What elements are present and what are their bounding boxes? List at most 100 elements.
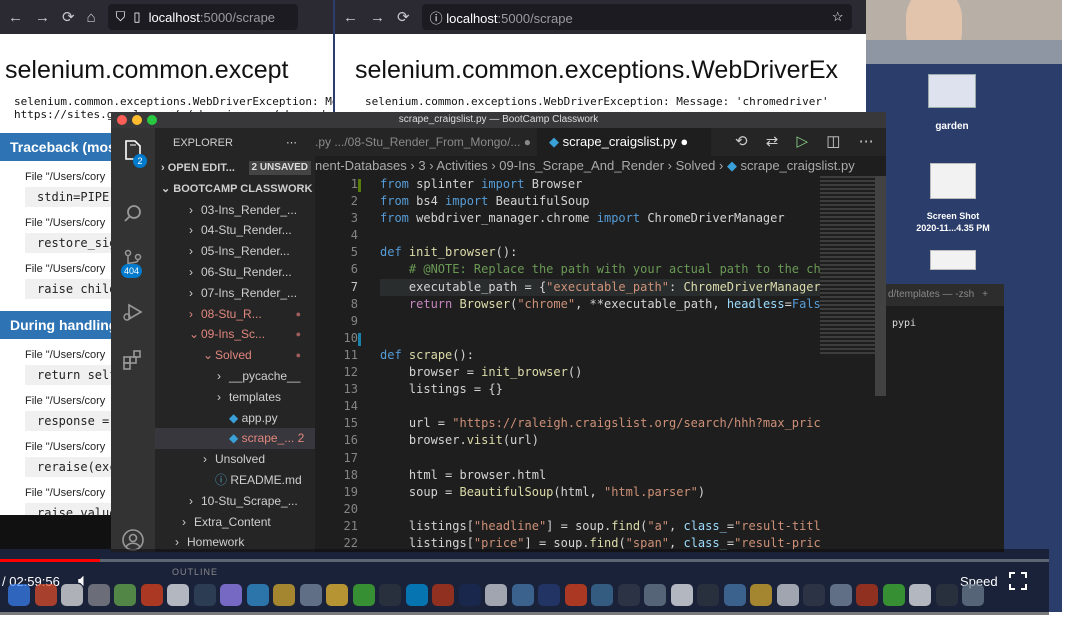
forward-icon[interactable]: → bbox=[370, 9, 385, 26]
garden-thumbnail[interactable] bbox=[928, 74, 976, 108]
more-icon[interactable]: ⋯ bbox=[859, 133, 874, 150]
timeline-icon[interactable]: ⟲ bbox=[735, 133, 748, 150]
tree-item[interactable]: ⓘ README.md bbox=[155, 470, 315, 491]
search-icon[interactable] bbox=[121, 202, 145, 226]
dock-app-icon[interactable] bbox=[273, 584, 295, 606]
dock-app-icon[interactable] bbox=[61, 584, 83, 606]
close-window-icon[interactable] bbox=[117, 115, 127, 125]
editor-scrollbar[interactable] bbox=[875, 176, 886, 396]
reload-icon[interactable]: ⟳ bbox=[397, 8, 410, 26]
dock-app-icon[interactable] bbox=[220, 584, 242, 606]
dock-app-icon[interactable] bbox=[564, 584, 587, 606]
breadcrumb-item[interactable]: nent-Databases bbox=[315, 158, 407, 173]
dock-app-icon[interactable] bbox=[856, 584, 878, 606]
tree-item[interactable]: › 07-Ins_Render_... bbox=[155, 283, 315, 304]
dock-app-icon[interactable] bbox=[935, 584, 958, 606]
chevron-right-icon: › bbox=[182, 514, 186, 529]
dock-app-icon[interactable] bbox=[803, 584, 825, 606]
dock-app-icon[interactable] bbox=[379, 584, 401, 606]
back-icon[interactable]: ← bbox=[8, 9, 23, 26]
bookmark-star-icon[interactable]: ☆ bbox=[832, 9, 844, 25]
dock-app-icon[interactable] bbox=[193, 584, 216, 606]
tab-active[interactable]: ◆ scrape_craigslist.py ● bbox=[537, 128, 711, 156]
extensions-icon[interactable] bbox=[121, 348, 145, 372]
open-editors-section[interactable]: › OPEN EDIT... 2 UNSAVED bbox=[155, 158, 315, 179]
unsaved-dot-icon[interactable]: ● bbox=[680, 134, 688, 149]
breadcrumb-item[interactable]: Solved bbox=[676, 158, 716, 173]
run-debug-icon[interactable] bbox=[121, 300, 145, 324]
dock-app-icon[interactable] bbox=[87, 584, 110, 606]
minimap[interactable] bbox=[820, 176, 876, 356]
compare-icon[interactable]: ⇄ bbox=[766, 133, 779, 150]
dock-app-icon[interactable] bbox=[246, 584, 269, 606]
more-actions-icon[interactable]: ⋯ bbox=[286, 128, 297, 158]
dock-app-icon[interactable] bbox=[511, 584, 534, 606]
workspace-section[interactable]: ⌄ BOOTCAMP CLASSWORK bbox=[155, 179, 315, 200]
dock-app-icon[interactable] bbox=[34, 584, 57, 606]
back-icon[interactable]: ← bbox=[343, 9, 358, 26]
right-url-bar[interactable]: ⓘ localhost:5000/scrape ☆ bbox=[421, 4, 852, 30]
tree-item[interactable]: › __pycache__ bbox=[155, 366, 315, 387]
tree-item[interactable]: › 04-Stu_Render... bbox=[155, 220, 315, 241]
dock-app-icon[interactable] bbox=[140, 584, 163, 606]
dock-app-icon[interactable] bbox=[299, 584, 322, 606]
dock-app-icon[interactable] bbox=[776, 584, 799, 606]
dock-app-icon[interactable] bbox=[723, 584, 746, 606]
breadcrumb-separator-icon: › bbox=[487, 158, 500, 173]
tree-item[interactable]: ⌄ Solved ● bbox=[155, 345, 315, 366]
breadcrumb-item[interactable]: 09-Ins_Scrape_And_Render bbox=[499, 158, 664, 173]
dock-app-icon[interactable] bbox=[670, 584, 693, 606]
dock-app-icon[interactable] bbox=[909, 584, 931, 606]
tree-item[interactable]: › 05-Ins_Render... bbox=[155, 241, 315, 262]
dock-app-icon[interactable] bbox=[538, 584, 560, 606]
tree-item[interactable]: › templates bbox=[155, 387, 315, 408]
dock-app-icon[interactable] bbox=[326, 584, 348, 606]
minimize-window-icon[interactable] bbox=[132, 115, 142, 125]
chevron-down-icon: ⌄ bbox=[203, 348, 214, 363]
run-icon[interactable]: ▷ bbox=[797, 133, 809, 150]
split-editor-icon[interactable]: ◫ bbox=[826, 133, 840, 150]
fullscreen-icon[interactable] bbox=[1009, 572, 1027, 590]
dock-app-icon[interactable] bbox=[114, 584, 136, 606]
breadcrumb-item[interactable]: scrape_craigslist.py bbox=[741, 158, 855, 173]
dock-app-icon[interactable] bbox=[962, 584, 984, 606]
breadcrumb-item[interactable]: 3 bbox=[418, 158, 425, 173]
dock-app-icon[interactable] bbox=[882, 584, 905, 606]
zoom-window-icon[interactable] bbox=[147, 115, 157, 125]
dock-app-icon[interactable] bbox=[697, 584, 719, 606]
screenshot-thumbnail[interactable] bbox=[930, 163, 976, 199]
left-url-bar[interactable]: ⛉ ▯ localhost:5000/scrape bbox=[107, 4, 298, 30]
dock-app-icon[interactable] bbox=[591, 584, 613, 606]
tree-item[interactable]: › 06-Stu_Render... bbox=[155, 262, 315, 283]
dock-app-icon[interactable] bbox=[167, 584, 189, 606]
dock-app-icon[interactable] bbox=[644, 584, 666, 606]
dock-app-icon[interactable] bbox=[829, 584, 852, 606]
tree-item[interactable]: ⌄ 09-Ins_Sc... ● bbox=[155, 324, 315, 345]
forward-icon[interactable]: → bbox=[35, 9, 50, 26]
breadcrumb-item[interactable]: Activities bbox=[436, 158, 487, 173]
tree-item[interactable]: › Unsolved bbox=[155, 449, 315, 470]
reload-icon[interactable]: ⟳ bbox=[62, 8, 75, 26]
tree-item[interactable]: › 03-Ins_Render_... bbox=[155, 200, 315, 221]
dock-app-icon[interactable] bbox=[750, 584, 772, 606]
file-thumbnail[interactable] bbox=[930, 250, 976, 270]
code-editor[interactable]: from splinter import Browser from bs4 imp… bbox=[380, 176, 820, 552]
dock-app-icon[interactable] bbox=[8, 584, 30, 606]
tab-inactive[interactable]: .py .../08-Stu_Render_From_Mongo/... ● bbox=[315, 128, 535, 156]
tree-item[interactable]: ◆ scrape_... 2 bbox=[155, 428, 315, 450]
dock-app-icon[interactable] bbox=[617, 584, 640, 606]
add-terminal-icon[interactable]: + bbox=[982, 289, 988, 300]
dock-app-icon[interactable] bbox=[458, 584, 481, 606]
dock-app-icon[interactable] bbox=[405, 584, 428, 606]
tree-item[interactable]: › Extra_Content bbox=[155, 512, 315, 533]
tree-item[interactable]: › 10-Stu_Scrape_... bbox=[155, 491, 315, 512]
tree-item[interactable]: › 08-Stu_R... ● bbox=[155, 304, 315, 325]
dock-app-icon[interactable] bbox=[432, 584, 454, 606]
progress-track[interactable] bbox=[0, 559, 1049, 562]
terminal-tab[interactable]: d/templates — -zsh + bbox=[886, 284, 1004, 306]
tree-item[interactable]: ◆ app.py bbox=[155, 408, 315, 429]
dock-app-icon[interactable] bbox=[485, 584, 507, 606]
home-icon[interactable]: ⌂ bbox=[87, 9, 96, 26]
dock-app-icon[interactable] bbox=[352, 584, 375, 606]
tree-item-label: 03-Ins_Render_... bbox=[201, 202, 298, 217]
